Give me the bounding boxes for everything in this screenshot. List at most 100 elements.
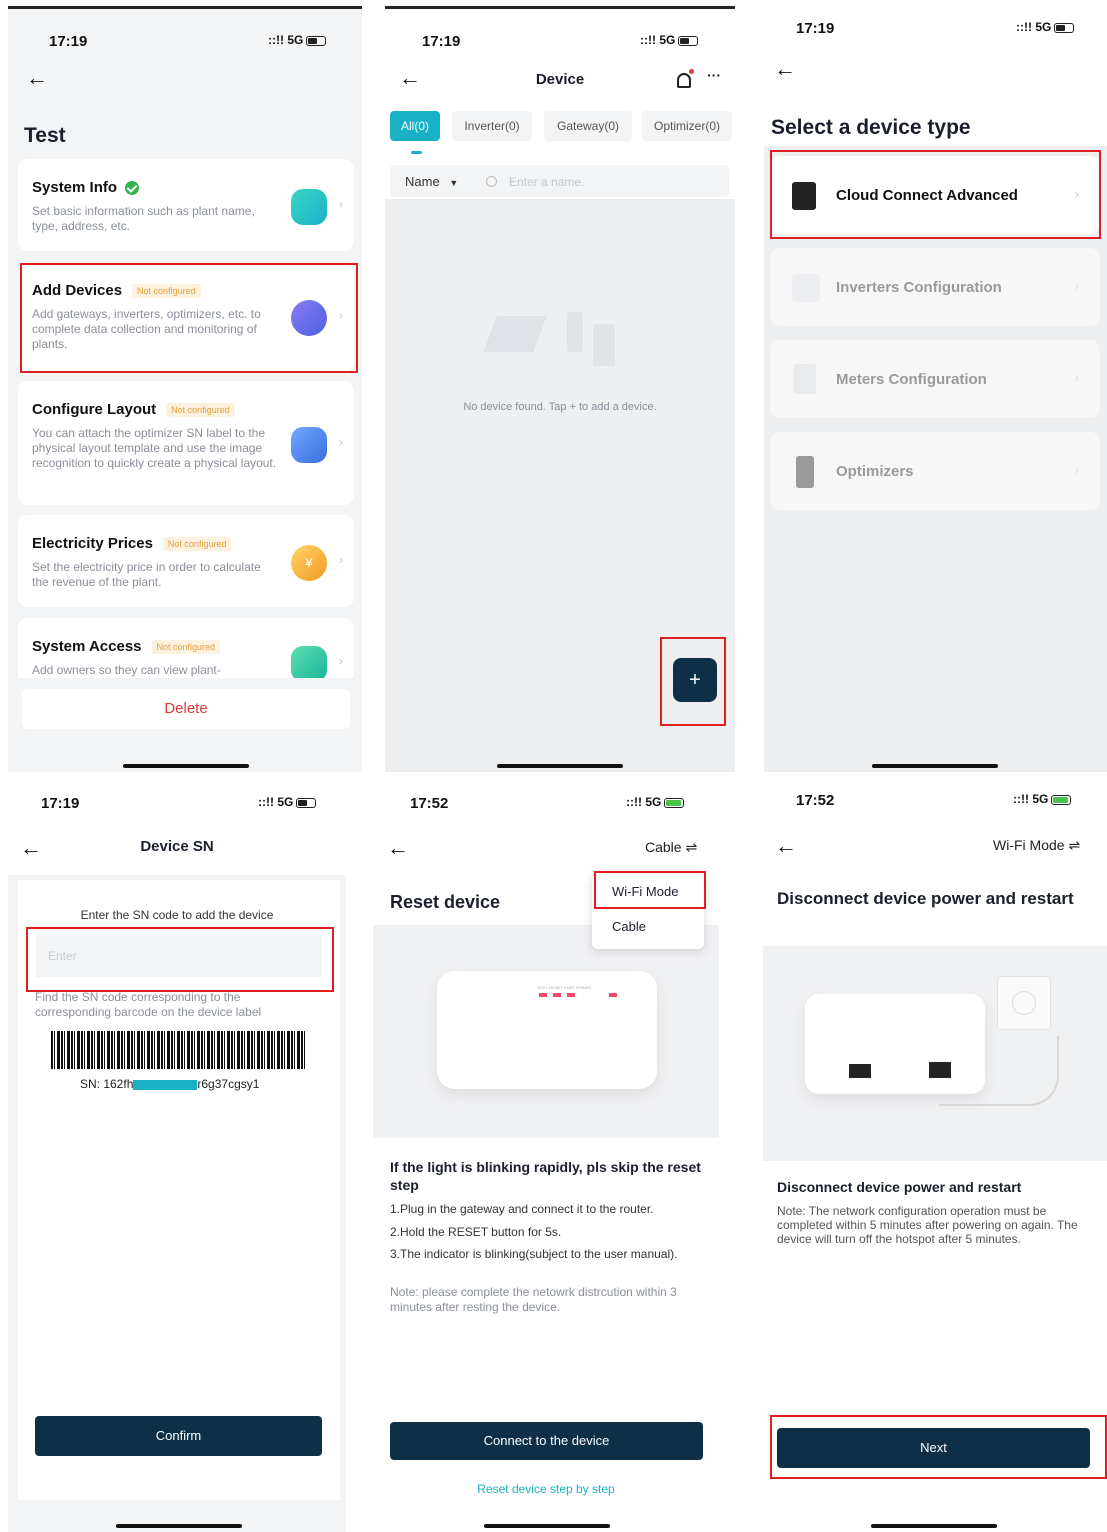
home-indicator [497, 764, 623, 768]
bell-icon[interactable] [677, 73, 691, 88]
chevron-right-icon: › [339, 197, 343, 211]
connect-device-button[interactable]: Connect to the device [390, 1422, 703, 1460]
card-title: Configure Layout Not configured [32, 401, 340, 418]
network-label: 5G [277, 795, 294, 809]
home-indicator [116, 1524, 242, 1528]
dropdown-item-cable[interactable]: Cable [612, 919, 646, 934]
home-indicator [872, 764, 998, 768]
device-type-label: Meters Configuration [836, 371, 987, 388]
signal-icon: ::!! 5G [626, 795, 685, 809]
back-arrow-icon[interactable]: ← [26, 65, 48, 91]
screen-plant-test: 17:19 ::!! 5G ← Test System Info Set bas… [8, 6, 362, 772]
signal-icon: ::!! 5G [268, 33, 327, 47]
delete-button[interactable]: Delete [22, 689, 350, 729]
status-badge: Not configured [151, 640, 221, 655]
sn-redaction [133, 1079, 198, 1090]
access-icon [291, 646, 327, 678]
led-labels: SYS LAN NET PORT POWER [537, 985, 592, 990]
chevron-right-icon: › [1075, 371, 1079, 385]
device-type-meters[interactable]: Meters Configuration › [770, 340, 1100, 418]
status-time: 17:19 [49, 33, 88, 50]
home-indicator [123, 764, 249, 768]
more-icon[interactable]: ··· [707, 67, 721, 83]
instruction-note: Note: The network configuration operatio… [777, 1204, 1078, 1246]
filter-select[interactable]: Name ▼ [405, 174, 458, 189]
illustration-gateway: SYS LAN NET PORT POWER [373, 925, 719, 1138]
page-title: Disconnect device power and restart [777, 889, 1074, 908]
tab-optimizer[interactable]: Optimizer(0) [642, 111, 732, 141]
back-arrow-icon[interactable]: ← [775, 833, 797, 859]
status-bar: 17:52 ::!! 5G [763, 780, 1107, 820]
status-time: 17:52 [796, 792, 835, 809]
search-input[interactable]: Enter a name. [509, 175, 584, 189]
caret-down-icon: ▼ [449, 178, 459, 188]
status-bar: 17:19 ::!! 5G [764, 6, 1107, 46]
check-circle-icon [125, 181, 140, 196]
solar-panel-icon [483, 316, 547, 352]
highlight-box [770, 150, 1101, 239]
mode-switch[interactable]: Wi-Fi Mode ⇌ [993, 837, 1080, 854]
status-time: 17:19 [796, 20, 835, 37]
back-arrow-icon[interactable]: ← [387, 835, 409, 861]
tab-gateway[interactable]: Gateway(0) [544, 111, 632, 141]
card-description: Set the electricity price in order to ca… [32, 560, 261, 589]
notification-dot [689, 69, 694, 74]
meter-icon [794, 364, 816, 394]
screen-reset-device: 17:52 ::!! 5G ← Cable ⇌ Reset device SYS… [373, 780, 719, 1532]
signal-icon: ::!! 5G [640, 33, 699, 47]
chevron-right-icon: › [339, 654, 343, 668]
highlight-box [26, 927, 334, 992]
card-description: Set basic information such as plant name… [32, 204, 255, 233]
gateway-device-image: SYS LAN NET PORT POWER [437, 971, 657, 1089]
status-time: 17:52 [410, 795, 449, 812]
signal-icon: ::!! 5G [1013, 792, 1072, 806]
status-badge: Not configured [166, 403, 235, 418]
empty-state-text: No device found. Tap + to add a device. [463, 401, 657, 413]
chevron-right-icon: › [1075, 279, 1079, 293]
signal-icon: ::!! 5G [1016, 20, 1075, 34]
tab-inverter[interactable]: Inverter(0) [452, 111, 532, 141]
device-type-optimizers[interactable]: Optimizers › [770, 432, 1100, 510]
chevron-right-icon: › [1075, 463, 1079, 477]
battery-charging-icon [1051, 794, 1072, 805]
card-title-text: System Info [32, 179, 118, 196]
inverter-icon [792, 274, 820, 302]
sn-prompt: Enter the SN code to add the device [80, 908, 274, 922]
power-cable [939, 1036, 1059, 1106]
battery-charging-icon [664, 797, 685, 808]
socket-face [1012, 991, 1036, 1015]
network-label: 5G [1035, 20, 1052, 34]
reset-step-link[interactable]: Reset device step by step [373, 1482, 719, 1496]
page-title: Reset device [390, 892, 501, 912]
status-time: 17:19 [41, 795, 80, 812]
status-badge: Not configured [162, 537, 232, 552]
sn-prefix: SN: 162fh [80, 1077, 134, 1091]
battery-icon [306, 35, 327, 46]
tab-all[interactable]: All(0) [390, 111, 440, 141]
instruction-step: 2.Hold the RESET button for 5s. [390, 1225, 562, 1239]
card-electricity-prices[interactable]: Electricity Prices Not configured Set the… [18, 515, 354, 607]
highlight-box [660, 637, 726, 726]
status-bar: 17:52 ::!! 5G [373, 780, 719, 820]
network-label: 5G [287, 33, 304, 47]
network-label: 5G [645, 795, 662, 809]
barcode-image [51, 1031, 305, 1069]
card-system-info[interactable]: System Info Set basic information such a… [18, 159, 354, 251]
mode-switch[interactable]: Cable ⇌ [645, 839, 697, 856]
chevron-right-icon: › [339, 553, 343, 567]
instruction-step: 3.The indicator is blinking(subject to t… [390, 1247, 678, 1261]
card-title: Electricity Prices Not configured [32, 535, 340, 552]
card-configure-layout[interactable]: Configure Layout Not configured You can a… [18, 381, 354, 505]
status-bar: 17:19 ::!! 5G [8, 9, 362, 50]
page-title: Select a device type [771, 116, 971, 139]
wall-socket-image [997, 976, 1051, 1030]
back-arrow-icon[interactable]: ← [774, 56, 796, 82]
optimizer-icon [796, 456, 814, 488]
device-type-label: Inverters Configuration [836, 279, 1002, 296]
card-system-access[interactable]: System Access Not configured Add owners s… [18, 618, 354, 678]
device-type-inverters[interactable]: Inverters Configuration › [770, 248, 1100, 326]
search-icon [486, 176, 497, 187]
confirm-button[interactable]: Confirm [35, 1416, 322, 1456]
instruction-heading: Disconnect device power and restart [777, 1179, 1022, 1195]
home-indicator [871, 1524, 997, 1528]
